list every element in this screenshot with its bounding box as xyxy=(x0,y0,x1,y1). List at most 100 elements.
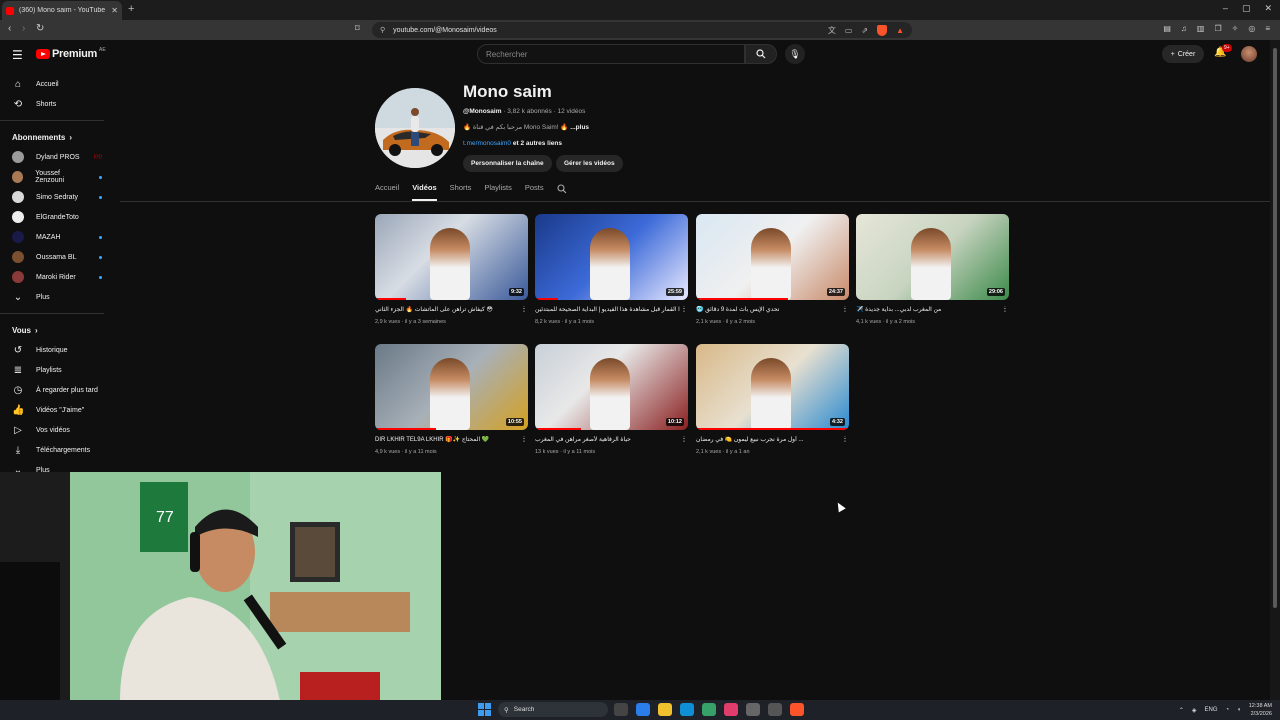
video-title[interactable]: ✈️ من المغرب لدبي... بداية جديدة xyxy=(856,306,941,315)
more-links[interactable]: et 2 autres liens xyxy=(511,140,562,147)
sidebar-item-your-videos[interactable]: ▷ Vos vidéos xyxy=(0,420,114,440)
video-title[interactable]: حياة الرفاهية لأصغر مراهن في المغرب xyxy=(535,436,631,445)
video-title[interactable]: لا تبدا القمار قبل مشاهدة هذا الفيديو | … xyxy=(535,306,680,315)
tab-videos[interactable]: Vidéos xyxy=(412,183,437,201)
wifi-icon[interactable]: ◔ xyxy=(1226,707,1230,713)
more-options-icon[interactable]: ⋮ xyxy=(520,306,528,315)
more-link[interactable]: ...plus xyxy=(570,124,589,131)
hamburger-menu-icon[interactable]: ☰ xyxy=(12,48,23,62)
more-options-icon[interactable]: ⋮ xyxy=(680,306,688,315)
address-bar[interactable]: ⚲ youtube.com/@Monosaim/videos 文 ▭ ⇗ ▲ xyxy=(372,22,912,38)
more-options-icon[interactable]: ⋮ xyxy=(1001,306,1009,315)
wallet-icon[interactable]: ◎ xyxy=(1248,24,1255,33)
account-avatar[interactable] xyxy=(1241,46,1257,62)
close-tab-icon[interactable]: ✕ xyxy=(111,6,118,15)
tab-home[interactable]: Accueil xyxy=(375,183,399,201)
brave-icon[interactable] xyxy=(790,703,804,716)
video-thumbnail[interactable]: 10:55 xyxy=(375,344,528,430)
video-card[interactable]: 29:06 ✈️ من المغرب لدبي... بداية جديدة ⋮ 4,… xyxy=(856,214,1009,325)
taskbar-search[interactable]: ⚲ Search xyxy=(498,702,608,717)
sidebar-item-home[interactable]: ⌂ Accueil xyxy=(0,74,114,94)
file-explorer-icon[interactable] xyxy=(658,703,672,716)
video-thumbnail[interactable]: 9:32 xyxy=(375,214,528,300)
page-scrollbar[interactable] xyxy=(1270,40,1280,700)
close-window-button[interactable]: ✕ xyxy=(1264,3,1272,14)
sidebar-sub-item[interactable]: Youssef Zenzouni xyxy=(0,167,114,187)
sidebar-sub-item[interactable]: Simo Sedraty xyxy=(0,187,114,207)
sidebar-sub-item[interactable]: ElGrandeToto xyxy=(0,207,114,227)
sidebar-sub-item[interactable]: Dyland PROS ((•)) xyxy=(0,147,114,167)
sidebar-sub-item[interactable]: MAZAH xyxy=(0,227,114,247)
video-title[interactable]: كيفاش تراهن على الماتشات 🔥 الجزء الثاني … xyxy=(375,306,493,315)
sidebar-item-watch-later[interactable]: ◷ À regarder plus tard xyxy=(0,380,114,400)
video-card[interactable]: 10:55 DIR LKHIR TEL9A LKHIR 🎁✨ المحتاج 💚 ⋮… xyxy=(375,344,528,455)
video-card[interactable]: 25:59 لا تبدا القمار قبل مشاهدة هذا الفيد… xyxy=(535,214,688,325)
video-thumbnail[interactable]: 4:32 xyxy=(696,344,849,430)
tab-playlists[interactable]: Playlists xyxy=(484,183,512,201)
search-button[interactable] xyxy=(745,44,777,64)
video-thumbnail[interactable]: 29:06 xyxy=(856,214,1009,300)
share-icon[interactable]: ⇗ xyxy=(861,26,868,35)
telegram-link[interactable]: t.me/monosaim0 xyxy=(463,140,511,147)
sidebar-item-history[interactable]: ↺ Historique xyxy=(0,340,114,360)
lang-indicator[interactable]: ENG xyxy=(1204,707,1217,713)
more-options-icon[interactable]: ⋮ xyxy=(680,436,688,445)
brave-shield-icon[interactable] xyxy=(877,24,888,36)
more-options-icon[interactable]: ⋮ xyxy=(841,436,849,445)
manage-videos-button[interactable]: Gérer les vidéos xyxy=(556,155,623,172)
sidebar-item-like[interactable]: 👍 Vidéos "J'aime" xyxy=(0,400,114,420)
network-icon[interactable]: ◈ xyxy=(1192,707,1197,714)
volume-icon[interactable]: ◖ xyxy=(1237,707,1241,713)
sidebar-sub-item[interactable]: Oussama BL xyxy=(0,247,114,267)
store-icon[interactable] xyxy=(702,703,716,716)
brave-rewards-icon[interactable]: ▲ xyxy=(896,26,904,35)
obs-icon[interactable] xyxy=(746,703,760,716)
sidebar-icon[interactable]: ▤ xyxy=(1163,24,1171,33)
translate-icon[interactable]: 文 xyxy=(828,25,836,36)
sidebar-item-chevron-down[interactable]: ⌄ Plus xyxy=(0,460,114,473)
video-title[interactable]: أول مرة نجرب نبيع ليمون 🍋 في رمضان ... xyxy=(696,436,803,445)
media-icon[interactable]: ♫ xyxy=(1181,24,1187,33)
video-card[interactable]: 10:12 حياة الرفاهية لأصغر مراهن في المغرب… xyxy=(535,344,688,455)
youtube-premium-logo[interactable]: Premium AE xyxy=(36,47,106,60)
edge-icon[interactable] xyxy=(680,703,694,716)
more-options-icon[interactable]: ⋮ xyxy=(841,306,849,315)
channel-search-icon[interactable] xyxy=(557,184,567,194)
voice-search-button[interactable]: 🎙 xyxy=(785,44,805,64)
video-thumbnail[interactable]: 25:59 xyxy=(535,214,688,300)
you-heading[interactable]: Vous › xyxy=(0,320,114,340)
back-icon[interactable]: ‹ xyxy=(8,23,11,34)
video-card[interactable]: 24:37 🥶 تحدي الإيس باث لمدة 9 دقائق ⋮ 2,1 k… xyxy=(696,214,849,325)
subscriptions-heading[interactable]: Abonnements › xyxy=(0,127,114,147)
install-icon[interactable]: ▭ xyxy=(845,26,853,35)
customize-channel-button[interactable]: Personnaliser la chaîne xyxy=(463,155,552,172)
video-thumbnail[interactable]: 24:37 xyxy=(696,214,849,300)
forward-icon[interactable]: › xyxy=(22,23,25,34)
tabs-icon[interactable]: ❐ xyxy=(1214,24,1221,33)
sidebar-item-playlists[interactable]: ≣ Playlists xyxy=(0,360,114,380)
video-title[interactable]: DIR LKHIR TEL9A LKHIR 🎁✨ المحتاج 💚 xyxy=(375,436,489,445)
channel-description[interactable]: 🔥 مرحبا بكم في قناة Mono Saim! 🔥 ...plus xyxy=(463,123,589,131)
video-card[interactable]: 4:32 أول مرة نجرب نبيع ليمون 🍋 في رمضان .… xyxy=(696,344,849,455)
reading-list-icon[interactable]: ▥ xyxy=(1197,24,1205,33)
windows-start-icon[interactable] xyxy=(478,703,491,716)
sidebar-item-download[interactable]: ⤓ Téléchargements xyxy=(0,440,114,460)
browser-tab[interactable]: (360) Mono saim - YouTube ✕ xyxy=(2,1,122,20)
tab-shorts[interactable]: Shorts xyxy=(450,183,472,201)
menu-icon[interactable]: ≡ xyxy=(1265,24,1270,33)
video-title[interactable]: 🥶 تحدي الإيس باث لمدة 9 دقائق xyxy=(696,306,779,315)
sidebar-sub-item[interactable]: Maroki Rider xyxy=(0,267,114,287)
clock[interactable]: 12:38 AM 2/3/2026 xyxy=(1249,702,1272,718)
site-info-icon[interactable]: ⚲ xyxy=(380,26,385,34)
task-view-icon[interactable] xyxy=(614,703,628,716)
minimize-button[interactable]: – xyxy=(1223,3,1228,14)
app-icon[interactable] xyxy=(768,703,782,716)
new-tab-button[interactable]: + xyxy=(128,3,134,15)
more-options-icon[interactable]: ⋮ xyxy=(520,436,528,445)
copilot-icon[interactable] xyxy=(636,703,650,716)
tab-posts[interactable]: Posts xyxy=(525,183,544,201)
sidebar-item-more-subs[interactable]: ⌄ Plus xyxy=(0,287,114,307)
scrollbar-thumb[interactable] xyxy=(1273,48,1277,608)
sidebar-item-shorts[interactable]: ⟲ Shorts xyxy=(0,94,114,114)
chevron-up-icon[interactable]: ⌃ xyxy=(1179,707,1184,714)
